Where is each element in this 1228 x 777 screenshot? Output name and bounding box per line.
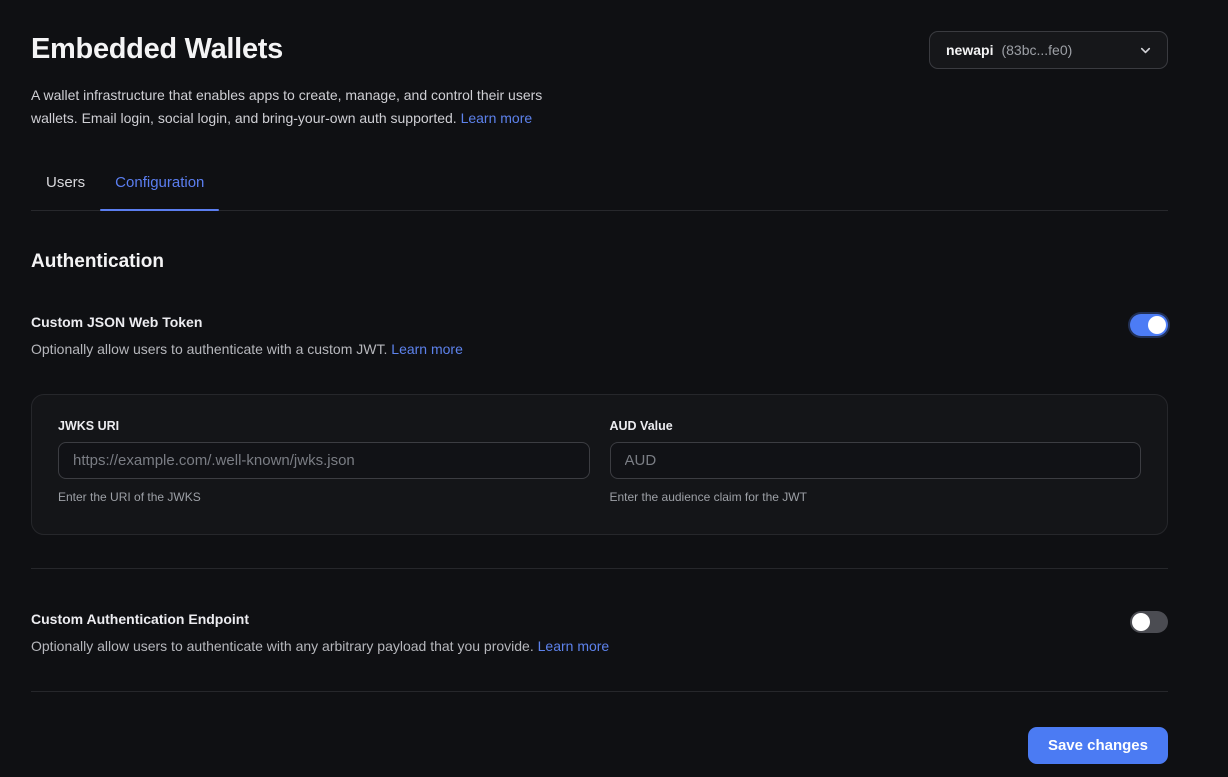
tab-configuration[interactable]: Configuration	[100, 174, 219, 210]
embedded-wallets-page: Embedded Wallets A wallet infrastructure…	[0, 0, 1228, 777]
custom-jwt-toggle[interactable]	[1130, 314, 1168, 336]
custom-auth-endpoint-learn-more-link[interactable]: Learn more	[538, 638, 610, 654]
page-description: A wallet infrastructure that enables app…	[31, 84, 587, 130]
custom-auth-endpoint-description-text: Optionally allow users to authenticate w…	[31, 638, 538, 654]
footer-divider	[31, 691, 1168, 692]
custom-jwt-setting-row: Custom JSON Web Token Optionally allow u…	[31, 314, 1168, 357]
footer-actions: Save changes	[31, 727, 1168, 764]
custom-auth-endpoint-description: Optionally allow users to authenticate w…	[31, 638, 609, 654]
custom-auth-endpoint-title: Custom Authentication Endpoint	[31, 611, 609, 627]
custom-jwt-texts: Custom JSON Web Token Optionally allow u…	[31, 314, 463, 357]
custom-auth-endpoint-texts: Custom Authentication Endpoint Optionall…	[31, 611, 609, 654]
custom-jwt-description-text: Optionally allow users to authenticate w…	[31, 341, 391, 357]
custom-auth-endpoint-setting-row: Custom Authentication Endpoint Optionall…	[31, 611, 1168, 654]
api-selector-dropdown[interactable]: newapi (83bc...fe0)	[929, 31, 1168, 69]
page-header-texts: Embedded Wallets A wallet infrastructure…	[31, 31, 587, 130]
authentication-section-heading: Authentication	[31, 251, 1168, 273]
page-learn-more-link[interactable]: Learn more	[461, 110, 533, 126]
aud-value-field-group: AUD Value Enter the audience claim for t…	[610, 419, 1142, 504]
custom-auth-endpoint-toggle[interactable]	[1130, 611, 1168, 633]
aud-value-label: AUD Value	[610, 419, 1142, 433]
tab-bar: Users Configuration	[31, 174, 1168, 211]
page-title: Embedded Wallets	[31, 31, 587, 67]
page-header: Embedded Wallets A wallet infrastructure…	[31, 31, 1168, 130]
aud-value-input[interactable]	[610, 442, 1142, 479]
jwks-uri-input[interactable]	[58, 442, 590, 479]
api-selector-name: newapi	[946, 42, 993, 58]
api-selector-key-fragment: (83bc...fe0)	[1001, 42, 1072, 58]
custom-jwt-toggle-knob	[1148, 316, 1166, 334]
custom-auth-endpoint-toggle-knob	[1132, 613, 1150, 631]
save-button[interactable]: Save changes	[1028, 727, 1168, 764]
custom-jwt-config-card: JWKS URI Enter the URI of the JWKS AUD V…	[31, 394, 1168, 535]
aud-value-helper: Enter the audience claim for the JWT	[610, 490, 1142, 504]
section-divider	[31, 568, 1168, 569]
custom-jwt-description: Optionally allow users to authenticate w…	[31, 341, 463, 357]
jwks-uri-field-group: JWKS URI Enter the URI of the JWKS	[58, 419, 590, 504]
jwks-uri-helper: Enter the URI of the JWKS	[58, 490, 590, 504]
chevron-down-icon	[1138, 43, 1153, 58]
jwks-uri-label: JWKS URI	[58, 419, 590, 433]
custom-jwt-learn-more-link[interactable]: Learn more	[391, 341, 463, 357]
custom-jwt-title: Custom JSON Web Token	[31, 314, 463, 330]
tab-users[interactable]: Users	[31, 174, 100, 210]
